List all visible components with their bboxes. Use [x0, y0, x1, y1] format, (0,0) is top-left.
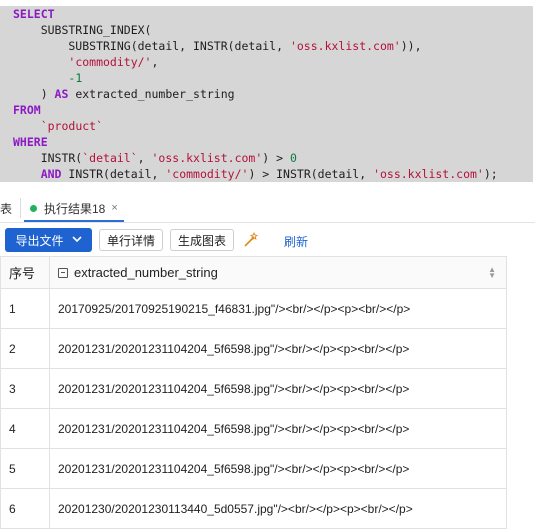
- row-index-cell[interactable]: 6: [0, 488, 50, 529]
- table-row[interactable]: 2 20201231/20201231104204_5f6598.jpg"/><b…: [0, 328, 507, 369]
- column-header-extracted[interactable]: extracted_number_string ▲ ▼: [49, 256, 507, 289]
- table-row[interactable]: 1 20170925/20170925190215_f46831.jpg"/><b…: [0, 288, 507, 329]
- export-file-label: 导出文件: [15, 233, 64, 248]
- code-token: AS: [54, 87, 69, 101]
- code-token: ,: [151, 55, 159, 69]
- extracted-value-cell[interactable]: 20201231/20201231104204_5f6598.jpg"/><br…: [49, 328, 507, 369]
- table-row[interactable]: 6 20201230/20201230113440_5d0557.jpg"/><b…: [0, 488, 507, 529]
- code-token: 'oss.kxlist.com': [151, 151, 263, 165]
- code-token: `detail`: [82, 151, 138, 165]
- column-header-index[interactable]: 序号: [0, 256, 50, 289]
- table-row[interactable]: 4 20201231/20201231104204_5f6598.jpg"/><b…: [0, 408, 507, 449]
- sort-icon[interactable]: ▲ ▼: [488, 265, 496, 279]
- extracted-value-cell[interactable]: 20170925/20170925190215_f46831.jpg"/><br…: [49, 288, 507, 329]
- tab-divider: [20, 198, 21, 218]
- sql-editor[interactable]: SELECT SUBSTRING_INDEX( SUBSTRING(detail…: [0, 0, 535, 188]
- code-token: extracted_number_string: [68, 87, 235, 101]
- code-token: )),: [400, 39, 422, 53]
- tab-previous[interactable]: 表: [0, 200, 12, 217]
- tab-label: 执行结果18: [44, 201, 106, 216]
- code-token: WHERE: [13, 135, 48, 149]
- code-token: FROM: [13, 103, 41, 117]
- code-token: SUBSTRING(detail, INSTR(detail,: [13, 39, 290, 53]
- grid-header-row: 序号 extracted_number_string ▲ ▼: [0, 256, 507, 289]
- code-token: INSTR(: [13, 151, 83, 165]
- refresh-button[interactable]: 刷新: [284, 233, 308, 250]
- code-line: FROM: [13, 102, 498, 118]
- extracted-value-cell[interactable]: 20201231/20201231104204_5f6598.jpg"/><br…: [49, 448, 507, 489]
- code-token: SUBSTRING_INDEX(: [13, 23, 152, 37]
- result-tab-bar: 表 执行结果18 ×: [0, 196, 535, 223]
- tab-result-active[interactable]: 执行结果18 ×: [24, 196, 124, 222]
- code-line: `product`: [13, 118, 498, 134]
- row-detail-button[interactable]: 单行详情: [99, 229, 164, 251]
- result-grid: 序号 extracted_number_string ▲ ▼ 1 20170925/…: [0, 256, 507, 529]
- code-token: ) > INSTR(detail,: [248, 167, 374, 181]
- generate-chart-button[interactable]: 生成图表: [170, 229, 235, 251]
- code-token: SELECT: [13, 7, 55, 21]
- code-token: ,: [137, 151, 152, 165]
- magic-wand-icon[interactable]: [242, 232, 258, 248]
- code-token: INSTR(detail,: [61, 167, 166, 181]
- sql-code[interactable]: SELECT SUBSTRING_INDEX( SUBSTRING(detail…: [13, 6, 498, 182]
- table-row[interactable]: 3 20201231/20201231104204_5f6598.jpg"/><b…: [0, 368, 507, 409]
- code-token: 'oss.kxlist.com': [289, 39, 401, 53]
- code-token: 'oss.kxlist.com': [373, 167, 484, 181]
- code-token: ): [13, 87, 55, 101]
- code-token: -1: [68, 71, 83, 85]
- table-row[interactable]: 5 20201231/20201231104204_5f6598.jpg"/><b…: [0, 448, 507, 489]
- code-token: 'commodity/': [68, 55, 152, 69]
- text-field-icon: [58, 267, 68, 278]
- code-line: -1: [13, 70, 498, 86]
- row-index-cell[interactable]: 2: [0, 328, 50, 369]
- code-line: SUBSTRING_INDEX(: [13, 22, 498, 38]
- code-line: AND INSTR(detail, 'commodity/') > INSTR(…: [13, 166, 498, 182]
- code-token: `product`: [40, 119, 104, 133]
- close-icon[interactable]: ×: [111, 202, 117, 214]
- extracted-value-cell[interactable]: 20201230/20201230113440_5d0557.jpg"/><br…: [49, 488, 507, 529]
- extracted-value-cell[interactable]: 20201231/20201231104204_5f6598.jpg"/><br…: [49, 408, 507, 449]
- code-line: WHERE: [13, 134, 498, 150]
- code-line: SELECT: [13, 6, 498, 22]
- export-file-button[interactable]: 导出文件: [5, 228, 92, 252]
- status-dot-icon: [30, 204, 37, 212]
- result-toolbar: 导出文件 单行详情 生成图表 刷新: [0, 226, 535, 256]
- code-token: );: [483, 167, 498, 181]
- row-index-cell[interactable]: 4: [0, 408, 50, 449]
- extracted-value-cell[interactable]: 20201231/20201231104204_5f6598.jpg"/><br…: [49, 368, 507, 409]
- code-token: ) >: [262, 151, 290, 165]
- row-index-cell[interactable]: 5: [0, 448, 50, 489]
- row-index-cell[interactable]: 1: [0, 288, 50, 329]
- code-line: 'commodity/',: [13, 54, 498, 70]
- code-line: SUBSTRING(detail, INSTR(detail, 'oss.kxl…: [13, 38, 498, 54]
- code-token: AND: [40, 167, 62, 181]
- row-index-cell[interactable]: 3: [0, 368, 50, 409]
- code-line: ) AS extracted_number_string: [13, 86, 498, 102]
- code-token: 0: [289, 151, 297, 165]
- code-token: 'commodity/': [165, 167, 249, 181]
- column-header-label: extracted_number_string: [74, 265, 218, 280]
- chevron-down-icon: [71, 235, 82, 246]
- code-line: INSTR(`detail`, 'oss.kxlist.com') > 0: [13, 150, 498, 166]
